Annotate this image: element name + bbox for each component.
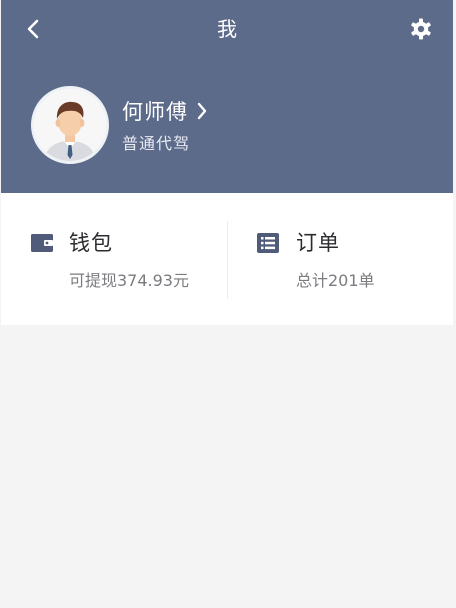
summary-cards: 钱包 可提现374.93元 订单 总计201单 <box>1 193 453 325</box>
driver-name: 何师傅 <box>122 100 188 124</box>
chevron-right-icon <box>196 101 208 121</box>
orders-card[interactable]: 订单 总计201单 <box>228 193 453 325</box>
orders-title: 订单 <box>296 231 340 255</box>
profile-page: 我 何师傅 普通代驾 钱包 可提现374.93元 订单 总计201单 <box>0 0 456 608</box>
wallet-icon <box>31 233 53 253</box>
profile-summary[interactable]: 何师傅 普通代驾 <box>122 96 208 154</box>
wallet-title: 钱包 <box>69 231 113 255</box>
wallet-balance: 可提现374.93元 <box>69 271 189 290</box>
driver-role: 普通代驾 <box>122 134 191 153</box>
gear-icon <box>411 18 431 40</box>
name-row: 何师傅 <box>122 96 208 126</box>
order-list-icon <box>257 233 279 253</box>
avatar[interactable] <box>31 86 109 164</box>
driver-avatar <box>34 89 106 161</box>
page-title: 我 <box>217 17 237 41</box>
header: 我 何师傅 普通代驾 <box>1 0 453 193</box>
settings-button[interactable] <box>407 14 435 44</box>
orders-total: 总计201单 <box>296 271 375 290</box>
wallet-card[interactable]: 钱包 可提现374.93元 <box>1 193 227 325</box>
